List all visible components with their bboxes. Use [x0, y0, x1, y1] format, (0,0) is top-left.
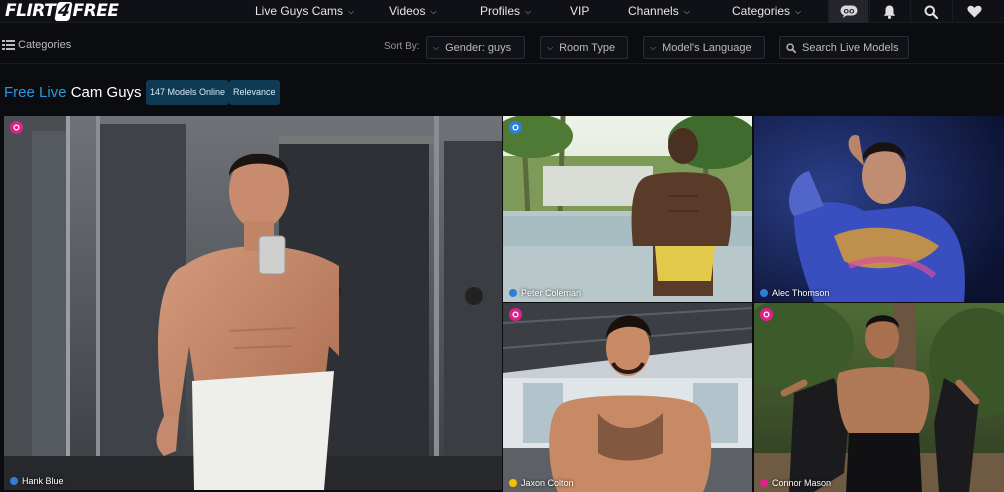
room-type-filter[interactable]: ⌵ Room Type — [540, 36, 628, 59]
favorites-button[interactable] — [952, 0, 995, 23]
filter-toolbar: Categories Sort By: ⌵ Gender: guys ⌵ Room … — [0, 24, 1004, 64]
bell-icon — [883, 5, 896, 19]
status-dot-icon — [509, 289, 517, 297]
model-tile-hank-blue[interactable]: Hank Blue — [4, 116, 502, 490]
webcam-badge-icon — [509, 121, 522, 134]
model-name-label: Alec Thomson — [760, 288, 829, 298]
model-thumbnail — [503, 303, 752, 492]
nav-channels[interactable]: Channels ⌵ — [628, 0, 690, 23]
status-dot-icon — [509, 479, 517, 487]
language-filter[interactable]: ⌵ Model's Language — [643, 36, 765, 59]
list-icon — [2, 40, 15, 50]
model-tile-connor-mason[interactable]: Connor Mason — [754, 303, 1004, 492]
chat-button[interactable]: OO — [828, 0, 868, 23]
model-thumbnail — [503, 116, 752, 302]
nav-vip[interactable]: VIP — [570, 0, 589, 23]
chevron-down-icon: ⌵ — [795, 7, 802, 16]
models-online-badge: 147 Models Online — [146, 80, 230, 105]
model-thumbnail — [754, 303, 1004, 492]
model-thumbnail — [754, 116, 1004, 302]
nav-videos[interactable]: Videos ⌵ — [389, 0, 437, 23]
model-name: Connor Mason — [772, 478, 832, 488]
categories-label: Categories — [18, 39, 72, 51]
model-name-label: Peter Coleman — [509, 288, 581, 298]
model-name: Alec Thomson — [772, 288, 830, 298]
site-logo[interactable]: FLIRT4FREE — [5, 1, 119, 21]
model-name-label: Jaxon Colton — [509, 478, 574, 488]
model-name: Peter Coleman — [521, 288, 582, 298]
nav-label: VIP — [570, 4, 590, 18]
chat-icon-glyph: OO — [843, 7, 855, 15]
logo-text-left: FLIRT — [5, 1, 56, 21]
model-thumbnail — [4, 116, 502, 490]
sort-relevance-button[interactable]: Relevance — [229, 80, 280, 105]
title-rest: Cam Guys — [70, 84, 142, 101]
nav-label: Live Guys Cams — [255, 4, 344, 18]
model-name-label: Hank Blue — [10, 476, 64, 486]
nav-live-guys-cams[interactable]: Live Guys Cams ⌵ — [255, 0, 354, 23]
nav-label: Videos — [389, 4, 426, 18]
section-title: Free Live Cam Guys — [4, 84, 142, 101]
search-icon — [924, 5, 938, 19]
notifications-button[interactable] — [869, 0, 909, 23]
search-placeholder: Search Live Models — [802, 41, 899, 54]
chevron-down-icon: ⌵ — [348, 7, 355, 16]
heart-icon — [966, 5, 982, 18]
nav-label: Channels — [628, 4, 679, 18]
filter-label: Room Type — [559, 41, 616, 54]
categories-toggle[interactable]: Categories — [2, 39, 71, 51]
chevron-down-icon: ⌵ — [547, 42, 554, 52]
chevron-down-icon: ⌵ — [683, 7, 690, 16]
top-navigation: FLIRT4FREE Live Guys Cams ⌵ Videos ⌵ Profi… — [0, 0, 1004, 23]
status-dot-icon — [760, 289, 768, 297]
nav-label: Categories — [732, 4, 791, 18]
status-dot-icon — [10, 477, 18, 485]
title-highlight: Free Live — [4, 84, 67, 101]
webcam-badge-icon — [10, 121, 23, 134]
logo-text-mid: 4 — [54, 1, 74, 21]
webcam-badge-icon — [760, 308, 773, 321]
chevron-down-icon: ⌵ — [650, 42, 657, 52]
logo-text-right: FREE — [72, 1, 119, 21]
search-icon — [786, 42, 796, 53]
nav-label: Profiles — [480, 4, 521, 18]
model-name: Jaxon Colton — [521, 478, 574, 488]
webcam-badge-icon — [509, 308, 522, 321]
model-tile-peter-coleman[interactable]: Peter Coleman — [503, 116, 752, 302]
chat-icon: OO — [840, 5, 857, 18]
filter-label: Gender: guys — [445, 41, 512, 54]
nav-profiles[interactable]: Profiles ⌵ — [480, 0, 531, 23]
sort-by-label: Sort By: — [384, 41, 420, 52]
chevron-down-icon: ⌵ — [525, 7, 532, 16]
model-name: Hank Blue — [22, 476, 64, 486]
model-name-label: Connor Mason — [760, 478, 831, 488]
chevron-down-icon: ⌵ — [433, 42, 440, 52]
filter-label: Model's Language — [662, 41, 752, 54]
status-dot-icon — [760, 479, 768, 487]
gender-filter[interactable]: ⌵ Gender: guys — [426, 36, 525, 59]
search-models-input[interactable]: Search Live Models — [779, 36, 909, 59]
search-button[interactable] — [910, 0, 950, 23]
chevron-down-icon: ⌵ — [430, 7, 437, 16]
model-tile-alec-thomson[interactable]: Alec Thomson — [754, 116, 1004, 302]
model-tile-jaxon-colton[interactable]: Jaxon Colton — [503, 303, 752, 492]
nav-categories[interactable]: Categories ⌵ — [732, 0, 801, 23]
